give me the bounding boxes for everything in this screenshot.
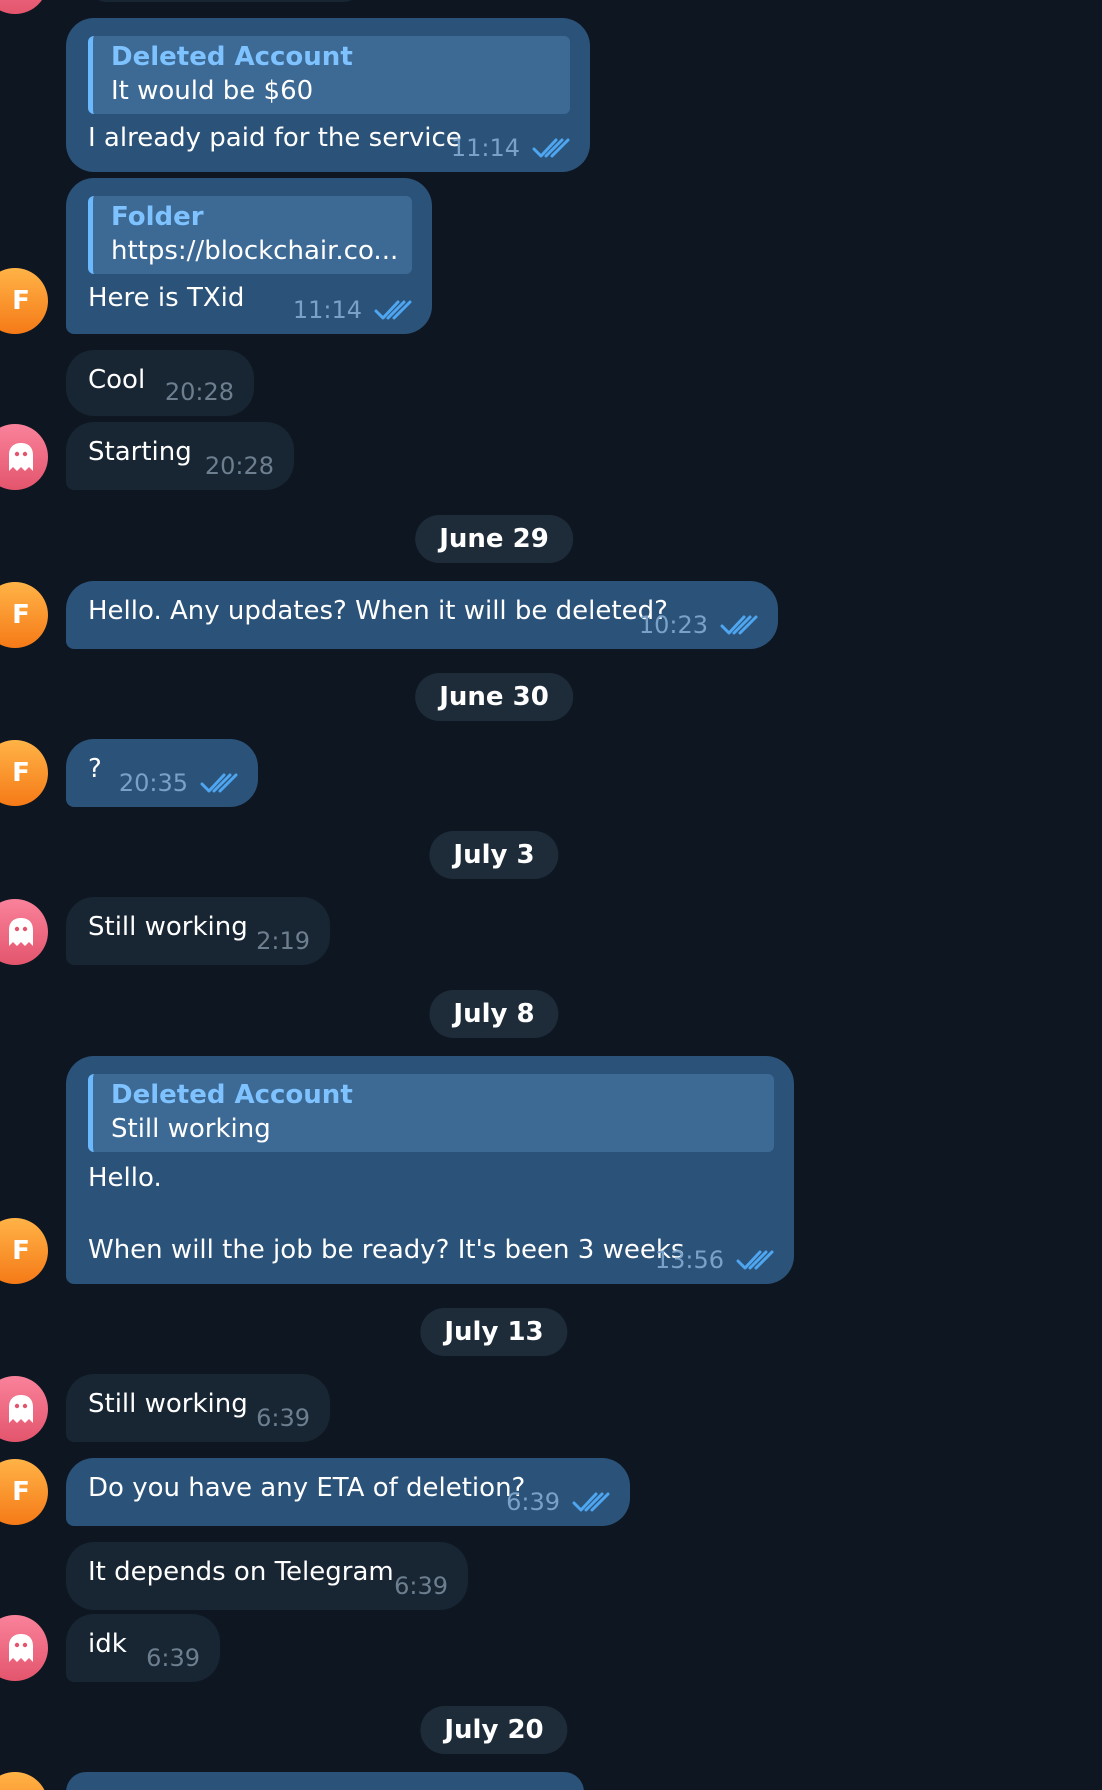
double-check-icon xyxy=(736,1249,774,1271)
date-separator: July 3 xyxy=(429,831,559,879)
message-text: Here is TXid xyxy=(88,283,245,313)
reply-author: Folder xyxy=(111,202,204,232)
avatar-initial: F xyxy=(12,1236,30,1266)
ghost-icon xyxy=(9,443,33,471)
message-meta: 6:39 xyxy=(256,1404,310,1432)
message-time: 13:56 xyxy=(654,1246,724,1274)
message-bubble-outgoing[interactable]: Hello. Any updates? When it will be dele… xyxy=(66,581,778,649)
message-time: 6:39 xyxy=(506,1488,560,1516)
message-time: 20:35 xyxy=(118,769,188,797)
reply-text: Still working xyxy=(111,1114,271,1144)
message-time: 11:14 xyxy=(450,134,520,162)
message-bubble-incoming[interactable]: Still working 2:19 xyxy=(66,897,330,965)
date-separator: June 29 xyxy=(415,515,573,563)
message-meta: 6:39 xyxy=(146,1644,200,1672)
message-time: 6:39 xyxy=(394,1572,448,1600)
message-meta: 20:35 xyxy=(119,769,238,797)
user-avatar-f[interactable]: F xyxy=(0,740,48,806)
message-meta: 11:14 xyxy=(293,296,412,324)
message-meta: 11:14 xyxy=(451,134,570,162)
message-text: Still working xyxy=(88,1389,248,1419)
message-time: 10:23 xyxy=(638,611,708,639)
reply-text: It would be $60 xyxy=(111,76,314,106)
message-meta: 20:28 xyxy=(205,452,274,480)
ghost-avatar-partial[interactable] xyxy=(0,0,48,14)
user-avatar-f-partial[interactable] xyxy=(0,1772,48,1790)
message-bubble-outgoing[interactable]: ? 20:35 xyxy=(66,739,258,807)
partial-message-bubble[interactable] xyxy=(66,1772,584,1790)
date-separator: June 30 xyxy=(415,673,573,721)
double-check-icon xyxy=(532,137,570,159)
reply-author: Deleted Account xyxy=(111,42,353,72)
ghost-avatar[interactable] xyxy=(0,1376,48,1442)
message-time: 6:39 xyxy=(256,1404,310,1432)
message-bubble-incoming[interactable]: idk 6:39 xyxy=(66,1614,220,1682)
message-bubble-outgoing[interactable]: Folder https://blockchair.co... Here is … xyxy=(66,178,432,334)
ghost-icon xyxy=(9,918,33,946)
avatar-initial: F xyxy=(12,600,30,630)
message-text: Still working xyxy=(88,912,248,942)
message-bubble-incoming[interactable]: It depends on Telegram 6:39 xyxy=(66,1542,468,1610)
message-meta: 10:23 xyxy=(639,611,758,639)
double-check-icon xyxy=(374,299,412,321)
message-bubble-outgoing[interactable]: Deleted Account Still working Hello. Whe… xyxy=(66,1056,794,1284)
message-meta: 2:19 xyxy=(256,927,310,955)
partial-message-bubble xyxy=(90,0,360,2)
message-text: I already paid for the service xyxy=(88,123,462,153)
user-avatar-f[interactable]: F xyxy=(0,1459,48,1525)
avatar-initial: F xyxy=(12,286,30,316)
avatar-initial: F xyxy=(12,1477,30,1507)
message-bubble-incoming[interactable]: Starting 20:28 xyxy=(66,422,294,490)
message-bubble-incoming[interactable]: Still working 6:39 xyxy=(66,1374,330,1442)
avatar-initial: F xyxy=(12,758,30,788)
ghost-icon xyxy=(9,1634,33,1662)
message-bubble-outgoing[interactable]: Do you have any ETA of deletion? 6:39 xyxy=(66,1458,630,1526)
chat-history[interactable]: Deleted Account It would be $60 I alread… xyxy=(0,0,1102,1790)
reply-quote[interactable]: Deleted Account Still working xyxy=(88,1074,774,1152)
ghost-icon xyxy=(9,1395,33,1423)
ghost-avatar[interactable] xyxy=(0,899,48,965)
reply-author: Deleted Account xyxy=(111,1080,353,1110)
message-text-line: Hello. xyxy=(88,1163,162,1193)
message-meta: 6:39 xyxy=(394,1572,448,1600)
message-meta: 20:28 xyxy=(165,378,234,406)
message-time: 6:39 xyxy=(146,1644,200,1672)
message-time: 2:19 xyxy=(256,927,310,955)
message-meta: 13:56 xyxy=(655,1246,774,1274)
date-separator: July 13 xyxy=(420,1308,568,1356)
message-text-line: When will the job be ready? It's been 3 … xyxy=(88,1235,685,1265)
user-avatar-f[interactable]: F xyxy=(0,582,48,648)
message-time: 20:28 xyxy=(164,378,234,406)
user-avatar-f[interactable]: F xyxy=(0,268,48,334)
message-text: Hello. Any updates? When it will be dele… xyxy=(88,596,668,626)
user-avatar-f[interactable]: F xyxy=(0,1218,48,1284)
date-separator: July 8 xyxy=(429,990,559,1038)
message-text: Do you have any ETA of deletion? xyxy=(88,1473,526,1503)
message-time: 20:28 xyxy=(204,452,274,480)
message-text: It depends on Telegram xyxy=(88,1557,394,1587)
message-meta: 6:39 xyxy=(506,1488,610,1516)
message-time: 11:14 xyxy=(292,296,362,324)
date-separator: July 20 xyxy=(420,1706,568,1754)
reply-quote[interactable]: Deleted Account It would be $60 xyxy=(88,36,570,114)
double-check-icon xyxy=(720,614,758,636)
message-text: Cool xyxy=(88,365,146,395)
message-bubble-incoming[interactable]: Cool 20:28 xyxy=(66,350,254,416)
message-text: idk xyxy=(88,1629,127,1659)
message-bubble-outgoing[interactable]: Deleted Account It would be $60 I alread… xyxy=(66,18,590,172)
reply-quote[interactable]: Folder https://blockchair.co... xyxy=(88,196,412,274)
ghost-avatar[interactable] xyxy=(0,424,48,490)
double-check-icon xyxy=(572,1491,610,1513)
double-check-icon xyxy=(200,772,238,794)
ghost-avatar[interactable] xyxy=(0,1615,48,1681)
message-text: ? xyxy=(88,754,102,784)
reply-text: https://blockchair.co... xyxy=(111,236,399,266)
message-text: Starting xyxy=(88,437,192,467)
